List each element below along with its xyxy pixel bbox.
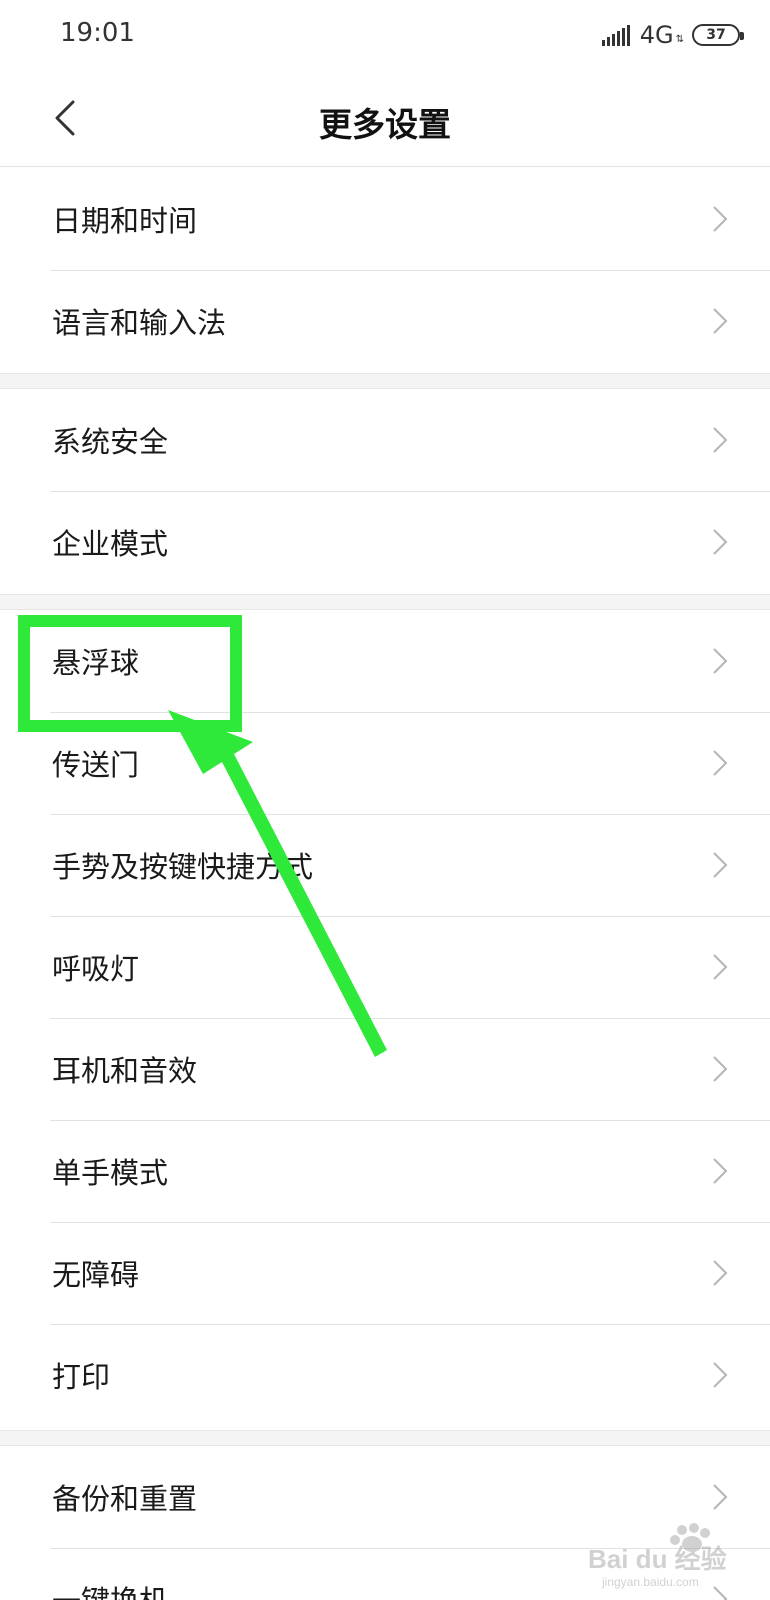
status-time: 19:01 [60,18,135,48]
chevron-right-icon [713,427,728,453]
chevron-right-icon [713,1158,728,1184]
section-features: 悬浮球 传送门 手势及按键快捷方式 呼吸灯 耳机和音效 单手模式 无障碍 打印 [0,610,770,1426]
section-divider [0,1430,770,1446]
list-item-label: 打印 [52,1360,111,1394]
chevron-right-icon [713,206,728,232]
section-divider [0,594,770,610]
list-item-label: 一键换机 [52,1578,168,1600]
section-divider [0,373,770,389]
chevron-right-icon [713,852,728,878]
watermark-text: Bai du 经验 [588,1544,727,1574]
chevron-right-icon [713,1484,728,1510]
chevron-right-icon [713,954,728,980]
list-item-floating-ball[interactable]: 悬浮球 [0,610,770,712]
status-bar: 19:01 4G ⇅ 37 [0,0,770,70]
chevron-right-icon [713,750,728,776]
list-item-label: 手势及按键快捷方式 [52,850,314,884]
chevron-right-icon [713,308,728,334]
list-item-label: 备份和重置 [52,1482,198,1516]
list-item-headphones-audio[interactable]: 耳机和音效 [0,1018,770,1120]
list-item-system-security[interactable]: 系统安全 [0,389,770,491]
list-item-breathing-light[interactable]: 呼吸灯 [0,916,770,1018]
list-item-label: 悬浮球 [52,646,140,680]
list-item-label: 无障碍 [52,1258,140,1292]
battery-level: 37 [706,27,726,43]
list-item-label: 企业模式 [52,527,169,561]
chevron-right-icon [713,1056,728,1082]
list-item-one-handed-mode[interactable]: 单手模式 [0,1120,770,1222]
list-item-label: 系统安全 [52,425,169,459]
list-item-label: 单手模式 [52,1156,169,1190]
list-item-gesture-shortcuts[interactable]: 手势及按键快捷方式 [0,814,770,916]
signal-icon [601,25,630,46]
list-item-enterprise-mode[interactable]: 企业模式 [0,491,770,593]
section-security: 系统安全 企业模式 [0,389,770,593]
baidu-paw-icon: Bai du 经验 jingyan.baidu.com [588,1523,727,1589]
chevron-right-icon [713,1362,728,1388]
watermark-url: jingyan.baidu.com [601,1575,699,1589]
chevron-right-icon [713,648,728,674]
list-item-accessibility[interactable]: 无障碍 [0,1222,770,1324]
section-date-language: 日期和时间 语言和输入法 [0,168,770,372]
chevron-right-icon [713,1260,728,1286]
page-title: 更多设置 [319,105,451,144]
list-item-date-time[interactable]: 日期和时间 [0,168,770,270]
status-indicators: 4G ⇅ 37 [601,20,744,50]
list-item-label: 呼吸灯 [52,952,140,986]
list-item-label: 传送门 [52,748,140,782]
list-item-portal[interactable]: 传送门 [0,712,770,814]
list-item-label: 耳机和音效 [52,1054,198,1088]
data-arrows-icon: ⇅ [675,33,684,45]
list-item-label: 日期和时间 [52,204,198,238]
list-item-print[interactable]: 打印 [0,1324,770,1426]
list-item-label: 语言和输入法 [52,306,227,340]
chevron-right-icon [713,529,728,555]
network-type: 4G [639,21,674,49]
battery-cap [740,32,744,40]
list-item-language-input[interactable]: 语言和输入法 [0,270,770,372]
battery-icon: 37 [692,24,744,46]
header: 更多设置 [0,70,770,167]
